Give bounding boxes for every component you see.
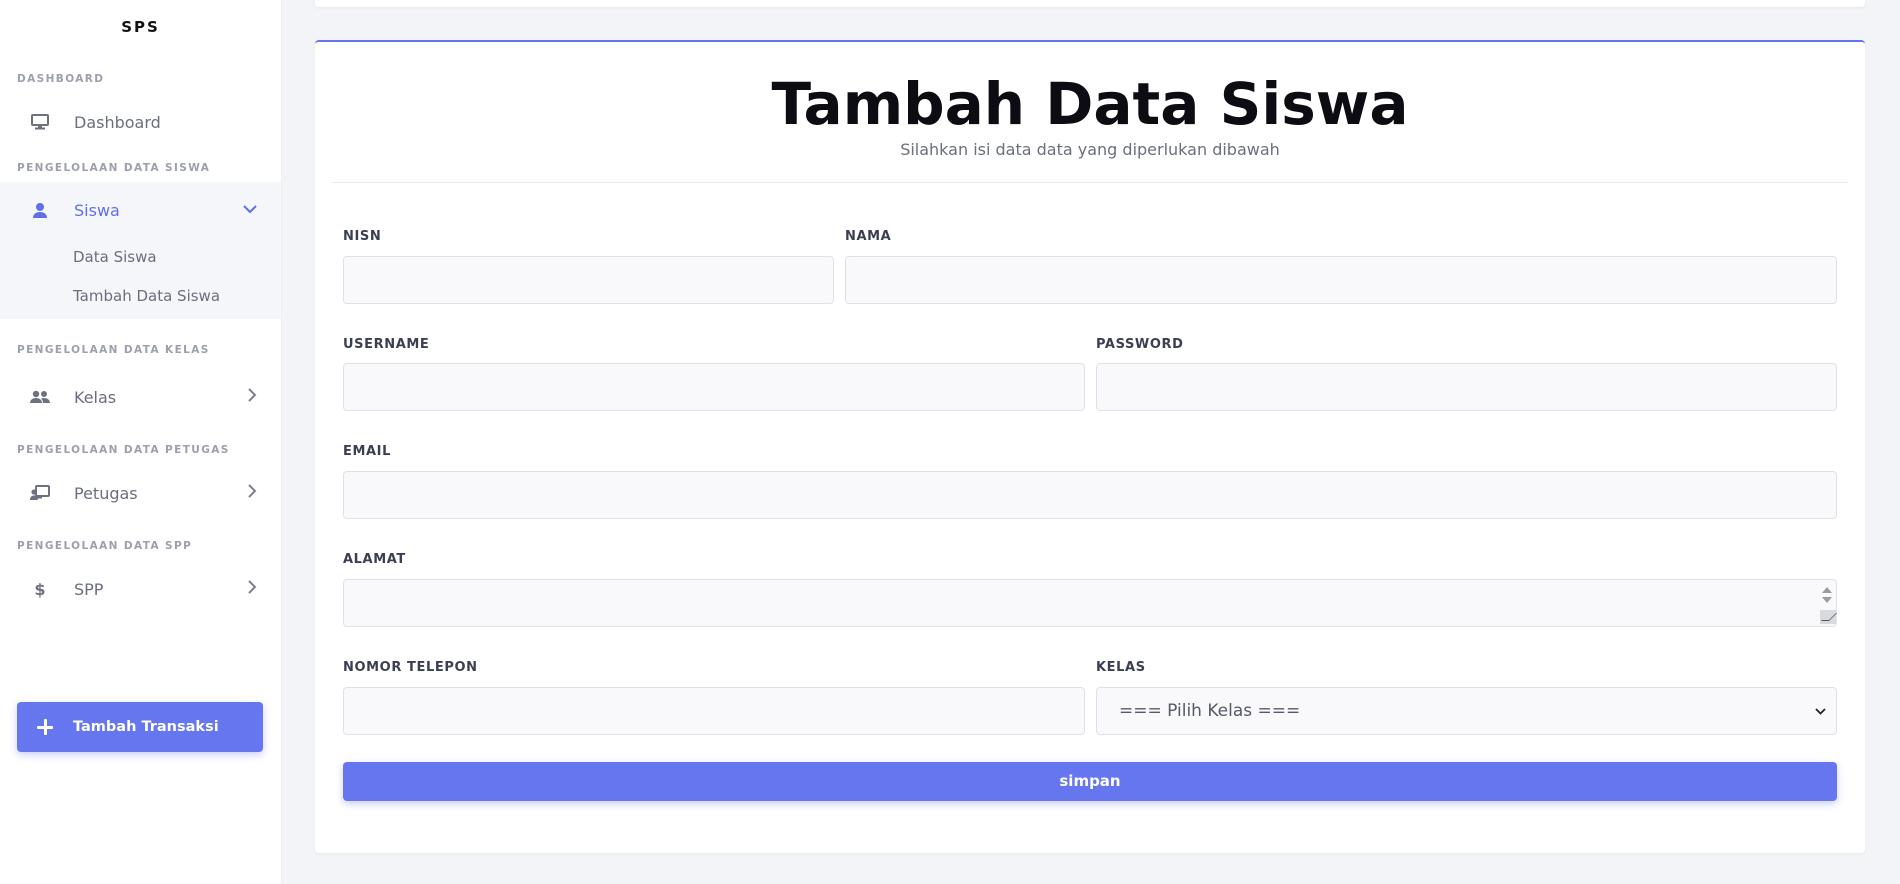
user-icon <box>30 200 50 220</box>
plus-icon <box>35 717 55 737</box>
sidebar-item-kelas[interactable]: Kelas <box>0 368 281 426</box>
sidebar-item-petugas[interactable]: Petugas <box>0 464 281 522</box>
tambah-transaksi-label: Tambah Transaksi <box>73 719 219 735</box>
chevron-down-icon <box>1815 704 1826 718</box>
sidebar: SPS DASHBOARD Dashboard PENGELOLAAN DATA… <box>0 0 281 884</box>
sidebar-item-label: Kelas <box>74 387 117 407</box>
brand-logo: SPS <box>121 18 160 36</box>
sidebar-item-label: SPP <box>74 579 104 599</box>
section-label-dashboard: DASHBOARD <box>17 73 105 85</box>
nama-input[interactable] <box>845 256 1837 304</box>
sidebar-item-label: Petugas <box>74 483 138 503</box>
nama-label: NAMA <box>845 229 892 244</box>
chevron-right-icon <box>248 580 257 598</box>
sidebar-item-label: Dashboard <box>74 112 161 132</box>
alamat-textarea[interactable] <box>343 579 1837 627</box>
dollar-icon: $ <box>34 579 46 599</box>
kelas-label: KELAS <box>1096 660 1146 675</box>
section-label-petugas: PENGELOLAAN DATA PETUGAS <box>17 444 230 456</box>
section-label-spp: PENGELOLAAN DATA SPP <box>17 540 193 552</box>
chevron-right-icon <box>248 484 257 502</box>
submenu-item-data-siswa[interactable]: Data Siswa <box>0 238 281 277</box>
password-input[interactable] <box>1096 363 1837 411</box>
username-input[interactable] <box>343 363 1085 411</box>
page-subtitle: Silahkan isi data data yang diperlukan d… <box>900 140 1280 159</box>
nomor-telepon-label: NOMOR TELEPON <box>343 660 478 675</box>
sidebar-item-siswa[interactable]: Siswa <box>0 182 281 238</box>
previous-card <box>315 0 1865 7</box>
scroll-up-icon <box>1822 587 1832 593</box>
scroll-down-icon <box>1822 597 1832 603</box>
siswa-menu-group: Siswa Data Siswa Tambah Data Siswa <box>0 182 281 319</box>
alamat-wrapper <box>343 579 1837 627</box>
nisn-input[interactable] <box>343 256 834 304</box>
resize-handle-icon[interactable] <box>1820 610 1836 624</box>
users-icon <box>30 387 50 407</box>
page-title: Tambah Data Siswa <box>771 70 1409 138</box>
sidebar-item-spp[interactable]: $ SPP <box>0 560 281 618</box>
email-label: EMAIL <box>343 444 391 459</box>
chevron-right-icon <box>248 388 257 406</box>
tambah-transaksi-button[interactable]: Tambah Transaksi <box>17 702 263 752</box>
simpan-button[interactable]: simpan <box>343 762 1837 801</box>
sidebar-item-label: Siswa <box>74 200 120 220</box>
nisn-label: NISN <box>343 229 382 244</box>
teacher-icon <box>30 483 50 503</box>
submenu-item-tambah-data-siswa[interactable]: Tambah Data Siswa <box>0 277 281 319</box>
form-card: Tambah Data Siswa Silahkan isi data data… <box>315 40 1865 853</box>
kelas-selected-value: === Pilih Kelas === <box>1119 701 1301 721</box>
nomor-telepon-input[interactable] <box>343 687 1085 735</box>
username-label: USERNAME <box>343 337 430 352</box>
kelas-select[interactable]: === Pilih Kelas === <box>1096 687 1837 735</box>
textarea-scrollbar[interactable] <box>1817 579 1837 625</box>
alamat-label: ALAMAT <box>343 552 406 567</box>
password-label: PASSWORD <box>1096 337 1184 352</box>
chevron-down-icon <box>243 202 257 218</box>
email-input[interactable] <box>343 471 1837 519</box>
sidebar-item-dashboard[interactable]: Dashboard <box>0 93 281 151</box>
monitor-icon <box>30 112 50 132</box>
section-label-kelas: PENGELOLAAN DATA KELAS <box>17 344 210 356</box>
divider <box>332 182 1848 183</box>
section-label-siswa: PENGELOLAAN DATA SISWA <box>17 162 211 174</box>
